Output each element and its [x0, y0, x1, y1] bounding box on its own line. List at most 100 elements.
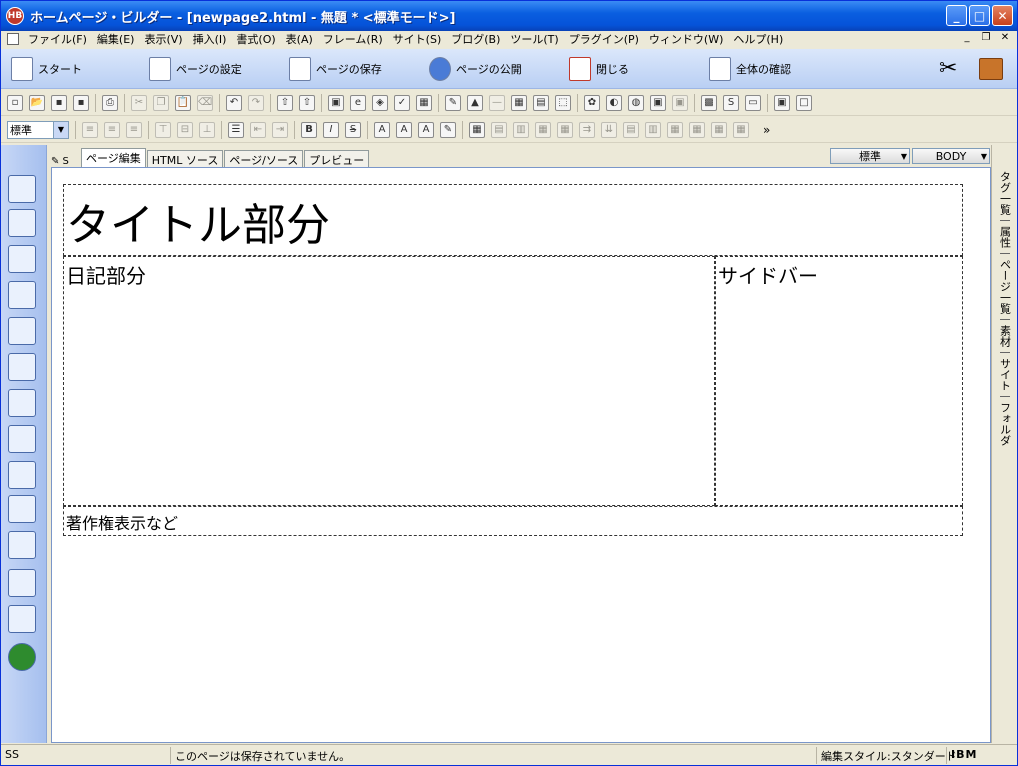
align-left-icon[interactable]: ≡: [82, 121, 98, 138]
document-icon[interactable]: [7, 33, 19, 45]
strikethrough-icon[interactable]: S: [345, 121, 361, 138]
animation-icon[interactable]: ◐: [606, 94, 622, 111]
font-color-icon[interactable]: A: [418, 121, 434, 138]
cell-props-icon[interactable]: ▦: [667, 121, 683, 138]
right-tab-page-list[interactable]: ページ一覧: [997, 257, 1013, 316]
preview-browser-icon[interactable]: ▣: [328, 94, 344, 111]
maximize-button[interactable]: □: [969, 5, 990, 26]
italic-icon[interactable]: I: [323, 121, 339, 138]
tab-preview[interactable]: プレビュー: [304, 150, 370, 167]
redo-icon[interactable]: ↷: [248, 94, 264, 111]
tab-html-source[interactable]: HTML ソース: [146, 150, 224, 167]
material-icon[interactable]: ✿: [584, 94, 600, 111]
valign-top-icon[interactable]: ⊤: [155, 121, 171, 138]
close-window-button[interactable]: ✕: [992, 5, 1013, 26]
save-all-icon[interactable]: ▪: [73, 94, 89, 111]
menu-tools[interactable]: ツール(T): [505, 31, 563, 47]
title-region[interactable]: タイトル部分: [63, 184, 963, 256]
table-style-icon[interactable]: ▦: [733, 121, 749, 138]
publish-page-button[interactable]: ページの公開: [429, 56, 522, 81]
add-icon[interactable]: [8, 643, 36, 671]
list-palette-icon[interactable]: [8, 461, 36, 489]
doc-restore-button[interactable]: ❐: [978, 31, 994, 45]
menu-view[interactable]: 表示(V): [139, 31, 187, 47]
book-icon[interactable]: [979, 57, 1003, 80]
right-tab-attributes[interactable]: 属性: [997, 224, 1013, 250]
parts-insert-icon[interactable]: [8, 317, 36, 345]
delete-row-icon[interactable]: ▤: [623, 121, 639, 138]
table-insert-icon[interactable]: ▦: [469, 121, 485, 138]
layer-icon[interactable]: ⬚: [555, 94, 571, 111]
tools-icon[interactable]: ✂: [939, 56, 957, 81]
minimize-button[interactable]: _: [946, 5, 967, 26]
internet-explorer-icon[interactable]: e: [350, 94, 366, 111]
new-file-icon[interactable]: ▫: [7, 94, 23, 111]
bullet-list-icon[interactable]: ☰: [228, 121, 244, 138]
split-cells-icon[interactable]: ▦: [557, 121, 573, 138]
frame-icon[interactable]: ▦: [416, 94, 432, 111]
image-insert-icon[interactable]: [8, 281, 36, 309]
merge-cells-icon[interactable]: ▦: [535, 121, 551, 138]
menu-site[interactable]: サイト(S): [388, 31, 447, 47]
menu-format[interactable]: 書式(O): [231, 31, 280, 47]
edit-mode-icon[interactable]: ✎ S: [51, 156, 81, 167]
eraser-icon[interactable]: ⌫: [197, 94, 213, 111]
table-row-icon[interactable]: ▤: [491, 121, 507, 138]
table-align-icon[interactable]: ▦: [711, 121, 727, 138]
edit-icon[interactable]: ✎: [445, 94, 461, 111]
border-icon[interactable]: □: [796, 94, 812, 111]
doc-close-button[interactable]: ✕: [997, 31, 1013, 45]
horizontal-rule-icon[interactable]: —: [489, 94, 505, 111]
highlight-icon[interactable]: ✎: [440, 121, 456, 138]
menu-file[interactable]: ファイル(F): [23, 31, 92, 47]
right-tab-materials[interactable]: 素材: [997, 323, 1013, 349]
package-icon[interactable]: [8, 605, 36, 633]
photo-icon[interactable]: ▣: [650, 94, 666, 111]
right-tab-tag-list[interactable]: タグ一覧: [997, 169, 1013, 217]
footer-region[interactable]: 著作権表示など: [63, 506, 963, 536]
gallery-icon[interactable]: ▩: [701, 94, 717, 111]
menu-insert[interactable]: 挿入(I): [188, 31, 232, 47]
align-right-icon[interactable]: ≡: [126, 121, 142, 138]
picture-insert-icon[interactable]: [8, 353, 36, 381]
font-art-icon[interactable]: [8, 389, 36, 417]
align-center-icon[interactable]: ≡: [104, 121, 120, 138]
menu-blog[interactable]: ブログ(B): [446, 31, 505, 47]
table-props-icon[interactable]: ▦: [689, 121, 705, 138]
folder-palette-icon[interactable]: [8, 569, 36, 597]
form-icon[interactable]: ▤: [533, 94, 549, 111]
check-all-button[interactable]: 全体の確認: [709, 56, 791, 81]
insert-col-icon[interactable]: ⇊: [601, 121, 617, 138]
spell-check-icon[interactable]: ✓: [394, 94, 410, 111]
upload-all-icon[interactable]: ⇧: [299, 94, 315, 111]
undo-icon[interactable]: ↶: [226, 94, 242, 111]
table-palette-icon[interactable]: [8, 425, 36, 453]
web-art-icon[interactable]: ◍: [628, 94, 644, 111]
copy-icon[interactable]: ❐: [153, 94, 169, 111]
font-larger-icon[interactable]: A: [374, 121, 390, 138]
font-smaller-icon[interactable]: A: [396, 121, 412, 138]
bold-icon[interactable]: B: [301, 121, 317, 138]
menu-plugins[interactable]: プラグイン(P): [564, 31, 644, 47]
indent-icon[interactable]: ⇥: [272, 121, 288, 138]
close-page-button[interactable]: 閉じる: [569, 56, 629, 81]
right-tab-site[interactable]: サイト: [997, 356, 1013, 393]
tab-page-source[interactable]: ページ/ソース: [224, 150, 304, 167]
mode-select[interactable]: 標準 ▼: [830, 148, 910, 164]
menu-edit[interactable]: 編集(E): [92, 31, 140, 47]
doc-minimize-button[interactable]: _: [959, 31, 975, 45]
valign-middle-icon[interactable]: ⊟: [177, 121, 193, 138]
delete-col-icon[interactable]: ▥: [645, 121, 661, 138]
logo-insert-icon[interactable]: [8, 209, 36, 237]
diary-region[interactable]: 日記部分: [63, 256, 715, 506]
start-button[interactable]: スタート: [11, 56, 82, 81]
element-select[interactable]: BODY ▼: [912, 148, 990, 164]
flash-icon[interactable]: S: [723, 94, 739, 111]
save-icon[interactable]: ▪: [51, 94, 67, 111]
upload-icon[interactable]: ⇧: [277, 94, 293, 111]
layout-frame-icon[interactable]: ▣: [774, 94, 790, 111]
page-settings-button[interactable]: ページの設定: [149, 56, 242, 81]
menu-frame[interactable]: フレーム(R): [318, 31, 388, 47]
editing-canvas[interactable]: タイトル部分 日記部分 サイドバー 著作権表示など: [51, 167, 991, 743]
cut-icon[interactable]: ✂: [131, 94, 147, 111]
